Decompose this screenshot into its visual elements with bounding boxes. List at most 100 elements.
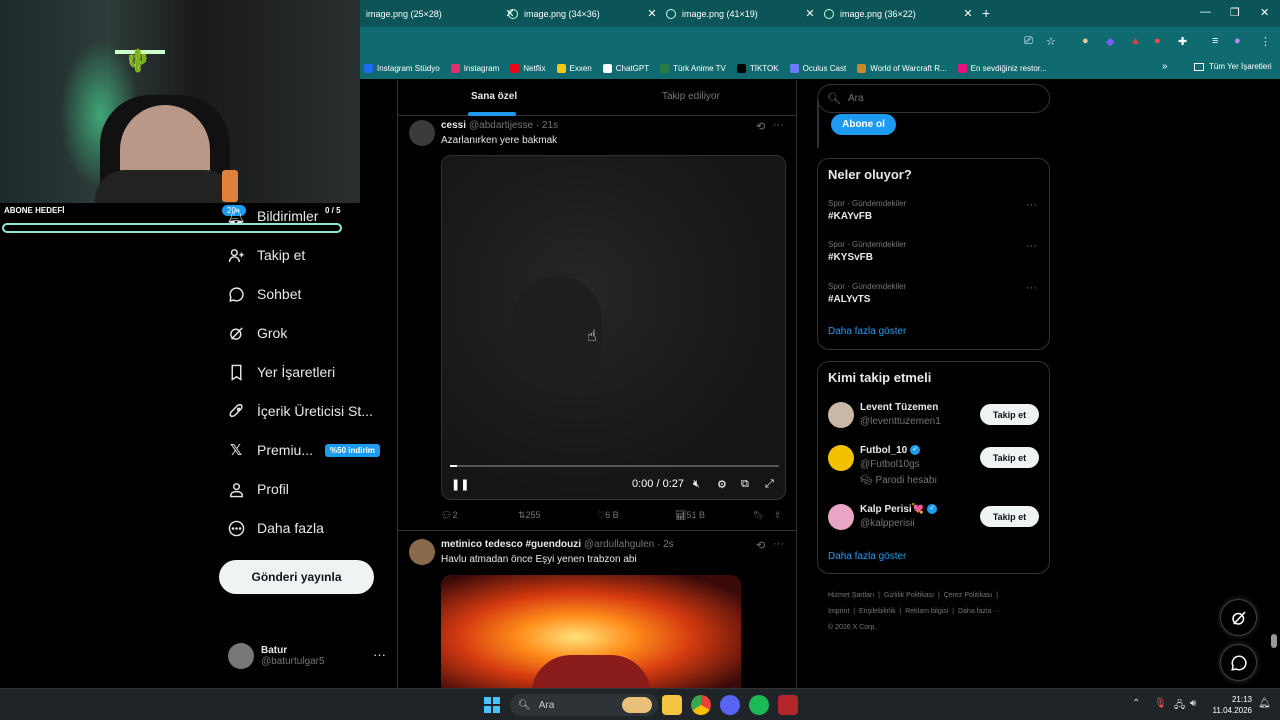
all-bookmarks[interactable]: Tüm Yer İşaretleri <box>1194 62 1272 71</box>
close-tab-icon[interactable]: ✕ <box>960 7 976 20</box>
tweet-author[interactable]: cessi <box>441 120 466 131</box>
follow-suggestion-name[interactable]: Kalp Perisi💘 ✓ <box>860 504 938 515</box>
extension-icon[interactable]: ▲ <box>1130 35 1141 47</box>
spotify-icon[interactable] <box>749 695 769 715</box>
nav-bookmarks[interactable]: Yer İşaretleri <box>227 363 335 381</box>
restore-icon[interactable]: ❐ <box>1230 6 1240 19</box>
subscribe-button[interactable]: Abone ol <box>831 114 896 135</box>
views-button[interactable]: 📊︎ 51 B <box>675 510 705 521</box>
microphone-icon[interactable]: 🎙︎ <box>1154 698 1167 709</box>
video-player[interactable]: ☝︎ ❚❚ 0:00 / 0:27 🔇︎ ⚙ ⧉ ⤢ <box>441 155 786 500</box>
follow-button[interactable]: Takip et <box>980 447 1039 468</box>
star-icon[interactable]: ☆ <box>1046 35 1056 48</box>
extension-icon[interactable]: ● <box>1154 35 1161 47</box>
taskbar-search[interactable]: 🔍︎ Ara <box>510 694 658 716</box>
notification-icon[interactable]: 🔔︎ <box>1258 698 1271 709</box>
more-icon[interactable]: ··· <box>373 647 386 662</box>
bookmark-item[interactable]: TİKTOK <box>736 63 779 73</box>
nav-chat[interactable]: Sohbet <box>227 285 301 303</box>
scrollbar[interactable] <box>1271 634 1277 648</box>
pip-icon[interactable]: ⧉ <box>741 478 749 491</box>
avatar[interactable] <box>828 445 854 471</box>
grok-fab-icon[interactable] <box>1220 599 1257 636</box>
show-more-trends[interactable]: Daha fazla göster <box>828 326 906 337</box>
nav-notifications[interactable]: 🔔︎ Bildirimler <box>226 207 318 225</box>
bookmark-item[interactable]: Oculus Cast <box>789 63 846 73</box>
streaming-app-icon[interactable] <box>778 695 798 715</box>
bookmark-item[interactable]: World of Warcraft R... <box>857 63 947 73</box>
extension-icon[interactable]: ● <box>1082 35 1089 47</box>
tab-for-you[interactable]: Sana özel <box>471 91 517 102</box>
bookmark-item[interactable]: Türk Anime TV <box>660 63 726 73</box>
browser-tab[interactable]: image.png (25×28) ✕ <box>360 0 518 27</box>
reply-button[interactable]: 💬︎ 2 <box>441 510 457 521</box>
nav-more[interactable]: Daha fazla <box>227 519 324 537</box>
minimize-icon[interactable]: — <box>1200 6 1211 18</box>
nav-creator-studio[interactable]: İçerik Üreticisi St... <box>227 402 373 420</box>
retweet-button[interactable]: ⇅ 255 <box>518 510 541 521</box>
bookmark-item[interactable]: En sevdiğiniz restor... <box>957 63 1047 73</box>
profile-icon[interactable]: ● <box>1234 35 1241 47</box>
tweet-author[interactable]: metinico tedesco #guendouzi <box>441 539 581 550</box>
network-icon[interactable]: 🖧︎ <box>1174 698 1185 715</box>
close-tab-icon[interactable]: ✕ <box>644 7 660 20</box>
grok-icon[interactable]: ⟲ <box>756 120 765 133</box>
show-more-who-to-follow[interactable]: Daha fazla göster <box>828 551 906 562</box>
clock[interactable]: 21:13 11.04.2026 <box>1210 694 1252 716</box>
bookmark-icon[interactable]: 🔖︎ <box>753 510 764 521</box>
browser-tab[interactable]: image.png (34×36) ✕ <box>502 0 660 27</box>
footer-link[interactable]: Reklam bilgisi <box>905 608 948 615</box>
tweet-handle[interactable]: @ardullahgulen · 2s <box>584 539 674 550</box>
more-icon[interactable]: ··· <box>1026 282 1037 294</box>
avatar[interactable] <box>409 120 435 146</box>
footer-link[interactable]: Çerez Politikası <box>944 592 993 599</box>
footer-link[interactable]: Erişilebilirlik <box>859 608 896 615</box>
more-icon[interactable]: ··· <box>773 538 784 550</box>
trend-item[interactable]: #KAYvFB <box>828 211 872 222</box>
more-bookmarks-icon[interactable]: » <box>1162 61 1168 72</box>
bookmark-item[interactable]: Netflix <box>510 63 546 73</box>
new-tab-icon[interactable]: + <box>982 5 990 21</box>
follow-suggestion-name[interactable]: Levent Tüzemen <box>860 402 938 413</box>
footer-link[interactable]: İmprint <box>828 608 849 615</box>
extension-icon[interactable]: ◆ <box>1106 35 1114 48</box>
footer-link[interactable]: Daha fazla ··· <box>958 608 1000 615</box>
more-icon[interactable]: ··· <box>773 119 784 131</box>
follow-button[interactable]: Takip et <box>980 404 1039 425</box>
like-button[interactable]: ♡ 6 B <box>597 510 619 521</box>
volume-icon[interactable]: 🔊︎ <box>1190 698 1196 709</box>
bookmark-item[interactable]: ChatGPT <box>602 63 649 73</box>
menu-icon[interactable]: ⋮ <box>1260 35 1271 48</box>
account-switcher[interactable]: Batur @baturtulgar5 ··· <box>228 643 386 669</box>
post-button[interactable]: Gönderi yayınla <box>219 560 374 594</box>
close-window-icon[interactable]: ✕ <box>1260 6 1269 19</box>
windows-start-icon[interactable] <box>484 697 500 713</box>
more-icon[interactable]: ··· <box>1026 240 1037 252</box>
mute-icon[interactable]: 🔇︎ <box>693 478 700 491</box>
grok-icon[interactable]: ⟲ <box>756 539 765 552</box>
footer-link[interactable]: Hizmet Şartları <box>828 592 874 599</box>
video-progress[interactable] <box>450 465 779 467</box>
bookmark-item[interactable]: Instagram <box>450 63 499 73</box>
browser-tab[interactable]: image.png (41×19) ✕ <box>660 0 818 27</box>
messages-fab-icon[interactable] <box>1220 644 1257 681</box>
trend-item[interactable]: #ALYvTS <box>828 294 870 305</box>
bookmark-item[interactable]: Instagram Stüdyo <box>364 63 440 73</box>
discord-icon[interactable] <box>720 695 740 715</box>
install-icon[interactable]: ⎚ <box>1024 35 1033 48</box>
follow-button[interactable]: Takip et <box>980 506 1039 527</box>
share-icon[interactable]: ⇪ <box>774 510 782 521</box>
avatar[interactable] <box>828 402 854 428</box>
nav-profile[interactable]: Profil <box>227 480 289 498</box>
avatar[interactable] <box>828 504 854 530</box>
puzzle-icon[interactable]: ✚ <box>1178 35 1187 48</box>
settings-icon[interactable]: ⚙ <box>717 478 727 491</box>
tray-expand-icon[interactable]: ⌃ <box>1132 698 1140 709</box>
close-tab-icon[interactable]: ✕ <box>802 7 818 20</box>
avatar[interactable] <box>409 539 435 565</box>
tab-following[interactable]: Takip ediliyor <box>662 91 720 102</box>
file-explorer-icon[interactable] <box>662 695 682 715</box>
nav-grok[interactable]: Grok <box>227 324 287 342</box>
bookmark-item[interactable]: Exxen <box>556 63 592 73</box>
search-input[interactable]: 🔍︎ Ara <box>817 84 1050 113</box>
